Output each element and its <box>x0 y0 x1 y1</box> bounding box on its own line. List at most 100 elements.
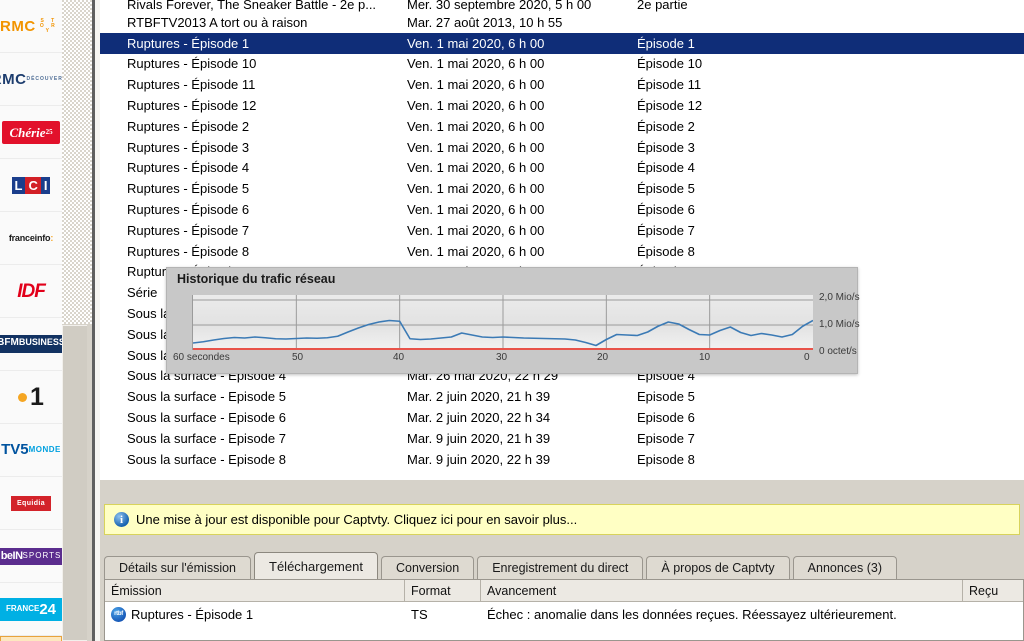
program-list-row[interactable]: Sous la surface - Episode 6Mar. 2 juin 2… <box>100 407 1024 428</box>
program-title: Ruptures - Épisode 10 <box>100 56 407 71</box>
program-episode: Episode 6 <box>637 410 1024 425</box>
program-date: Mar. 2 juin 2020, 21 h 39 <box>407 389 637 404</box>
program-date: Ven. 1 mai 2020, 6 h 00 <box>407 77 637 92</box>
program-date: Mar. 27 août 2013, 10 h 55 <box>407 15 637 30</box>
program-title: Ruptures - Épisode 3 <box>100 140 407 155</box>
x-tick-label-10: 10 <box>699 352 710 363</box>
program-title: Ruptures - Épisode 11 <box>100 77 407 92</box>
program-episode: Épisode 6 <box>637 202 1024 217</box>
program-date: Ven. 1 mai 2020, 6 h 00 <box>407 119 637 134</box>
sidebar-channel-tv5-monde[interactable]: TV5MONDE <box>0 424 62 477</box>
x-tick-label-0: 0 <box>804 352 810 363</box>
sidebar-channel-bfm-business[interactable]: BFMBUSINESS <box>0 318 62 371</box>
column-header-recu[interactable]: Reçu <box>963 580 1023 601</box>
update-notice-bar[interactable]: i Une mise à jour est disponible pour Ca… <box>104 504 1020 535</box>
idf1-logo-icon: IDF <box>17 282 45 301</box>
program-title: Ruptures - Épisode 7 <box>100 223 407 238</box>
update-notice-text[interactable]: Une mise à jour est disponible pour Capt… <box>136 512 577 527</box>
program-list-row[interactable]: Ruptures - Épisode 4Ven. 1 mai 2020, 6 h… <box>100 158 1024 179</box>
program-list-row[interactable]: Sous la surface - Episode 7Mar. 9 juin 2… <box>100 428 1024 449</box>
sidebar-channel-bein-sports[interactable]: beINSPORTS <box>0 530 62 583</box>
sidebar-channel-rmc-story[interactable]: RMCS T O R Y <box>0 0 62 53</box>
program-list-row[interactable]: Sous la surface - Episode 5Mar. 2 juin 2… <box>100 386 1024 407</box>
download-table[interactable]: Émission Format Avancement Reçu rtbf Rup… <box>104 579 1024 641</box>
splitter-handle[interactable] <box>62 325 87 641</box>
tab-propos-de-captvty[interactable]: À propos de Captvty <box>646 556 789 579</box>
column-header-emission[interactable]: Émission <box>105 580 405 601</box>
program-list-row[interactable]: Ruptures - Épisode 12Ven. 1 mai 2020, 6 … <box>100 95 1024 116</box>
program-date: Ven. 1 mai 2020, 6 h 00 <box>407 36 637 51</box>
tab-d-tails-sur-l-mission[interactable]: Détails sur l'émission <box>104 556 251 579</box>
tab-conversion[interactable]: Conversion <box>381 556 474 579</box>
sidebar-channel-numero-1[interactable]: 1 <box>0 371 62 424</box>
program-title: Sous la surface - Episode 8 <box>100 452 407 467</box>
table-row[interactable]: rtbf Ruptures - Épisode 1 TS Échec : ano… <box>105 602 1023 626</box>
tab-enregistrement-du-direct[interactable]: Enregistrement du direct <box>477 556 643 579</box>
program-episode: Épisode 3 <box>637 140 1024 155</box>
program-episode: Épisode 5 <box>637 181 1024 196</box>
download-row-avancement: Échec : anomalie dans les données reçues… <box>481 607 963 622</box>
sidebar-channel-franceinfo[interactable]: franceinfo: <box>0 212 62 265</box>
program-title: Sous la surface - Episode 7 <box>100 431 407 446</box>
sidebar-channel-cherie-25[interactable]: Chérie25 <box>0 106 62 159</box>
download-row-format: TS <box>405 607 481 622</box>
program-list-row[interactable]: Ruptures - Épisode 10Ven. 1 mai 2020, 6 … <box>100 54 1024 75</box>
program-list-row[interactable]: Ruptures - Épisode 3Ven. 1 mai 2020, 6 h… <box>100 137 1024 158</box>
sidebar-channel-rmc-decouverte[interactable]: RMCDÉCOUVERTE <box>0 53 62 106</box>
program-title: Ruptures - Épisode 8 <box>100 244 407 259</box>
sidebar-channel-equidia[interactable]: Equidia <box>0 477 62 530</box>
program-list-row[interactable]: Ruptures - Épisode 1Ven. 1 mai 2020, 6 h… <box>100 33 1024 54</box>
program-title: Ruptures - Épisode 2 <box>100 119 407 134</box>
program-episode: Épisode 7 <box>637 223 1024 238</box>
sidebar-channel-france-24[interactable]: FRANCE24 <box>0 583 62 636</box>
program-list-row[interactable]: Ruptures - Épisode 7Ven. 1 mai 2020, 6 h… <box>100 220 1024 241</box>
sidebar-channel-rtbf[interactable]: rtbf <box>0 636 62 641</box>
panel-splitter[interactable] <box>62 0 100 641</box>
download-table-header: Émission Format Avancement Reçu <box>105 580 1023 602</box>
column-header-avancement[interactable]: Avancement <box>481 580 963 601</box>
program-list-row[interactable]: Ruptures - Épisode 5Ven. 1 mai 2020, 6 h… <box>100 178 1024 199</box>
sidebar-channel-idf1[interactable]: IDF <box>0 265 62 318</box>
tab-t-l-chargement[interactable]: Téléchargement <box>254 552 378 579</box>
info-icon: i <box>114 512 129 527</box>
program-title: Ruptures - Épisode 6 <box>100 202 407 217</box>
program-episode: Episode 7 <box>637 431 1024 446</box>
captvty-window: RMCS T O R Y RMCDÉCOUVERTE Chérie25 LCI … <box>0 0 1024 641</box>
download-row-emission-label: Ruptures - Épisode 1 <box>131 607 253 622</box>
franceinfo-logo-icon: franceinfo: <box>9 234 53 243</box>
y-tick-label-0: 0 octet/s <box>819 346 857 357</box>
program-list-row[interactable]: Ruptures - Épisode 2Ven. 1 mai 2020, 6 h… <box>100 116 1024 137</box>
tab-annonces-3[interactable]: Annonces (3) <box>793 556 897 579</box>
bottom-tab-bar[interactable]: Détails sur l'émissionTéléchargementConv… <box>104 552 1024 579</box>
traffic-tooltip-title: Historique du trafic réseau <box>177 272 335 286</box>
program-title: Ruptures - Épisode 5 <box>100 181 407 196</box>
x-tick-label-50: 50 <box>292 352 303 363</box>
sidebar-channel-lci[interactable]: LCI <box>0 159 62 212</box>
rmc-story-logo-icon: RMCS T O R Y <box>0 19 62 34</box>
bfm-business-logo-icon: BFMBUSINESS <box>0 335 63 354</box>
program-episode: Épisode 11 <box>637 77 1024 92</box>
program-title: Rivals Forever, The Sneaker Battle - 2e … <box>100 0 407 12</box>
program-list-row[interactable]: Sous la surface - Episode 8Mar. 9 juin 2… <box>100 449 1024 470</box>
rtbf-badge-icon: rtbf <box>111 607 126 622</box>
program-episode: Épisode 4 <box>637 160 1024 175</box>
program-episode: 2e partie <box>637 0 1024 12</box>
x-tick-label-40: 40 <box>393 352 404 363</box>
channel-sidebar[interactable]: RMCS T O R Y RMCDÉCOUVERTE Chérie25 LCI … <box>0 0 63 641</box>
program-list-row[interactable]: Ruptures - Épisode 11Ven. 1 mai 2020, 6 … <box>100 74 1024 95</box>
program-list-row[interactable]: Ruptures - Épisode 6Ven. 1 mai 2020, 6 h… <box>100 199 1024 220</box>
x-tick-label-60: 60 secondes <box>173 352 230 363</box>
program-list-row[interactable]: RTBFTV2013 A tort ou à raisonMar. 27 aoû… <box>100 12 1024 33</box>
program-title: Ruptures - Épisode 12 <box>100 98 407 113</box>
program-date: Mar. 2 juin 2020, 22 h 34 <box>407 410 637 425</box>
program-date: Ven. 1 mai 2020, 6 h 00 <box>407 244 637 259</box>
program-date: Mar. 9 juin 2020, 22 h 39 <box>407 452 637 467</box>
program-list-row[interactable]: Rivals Forever, The Sneaker Battle - 2e … <box>100 0 1024 12</box>
cherie-25-logo-icon: Chérie25 <box>2 121 59 144</box>
program-date: Ven. 1 mai 2020, 6 h 00 <box>407 223 637 238</box>
column-header-format[interactable]: Format <box>405 580 481 601</box>
program-episode: Épisode 2 <box>637 119 1024 134</box>
traffic-chart-plot <box>192 295 813 350</box>
program-list[interactable]: Rivals Forever, The Sneaker Battle - 2e … <box>100 0 1024 481</box>
program-list-row[interactable]: Ruptures - Épisode 8Ven. 1 mai 2020, 6 h… <box>100 241 1024 262</box>
